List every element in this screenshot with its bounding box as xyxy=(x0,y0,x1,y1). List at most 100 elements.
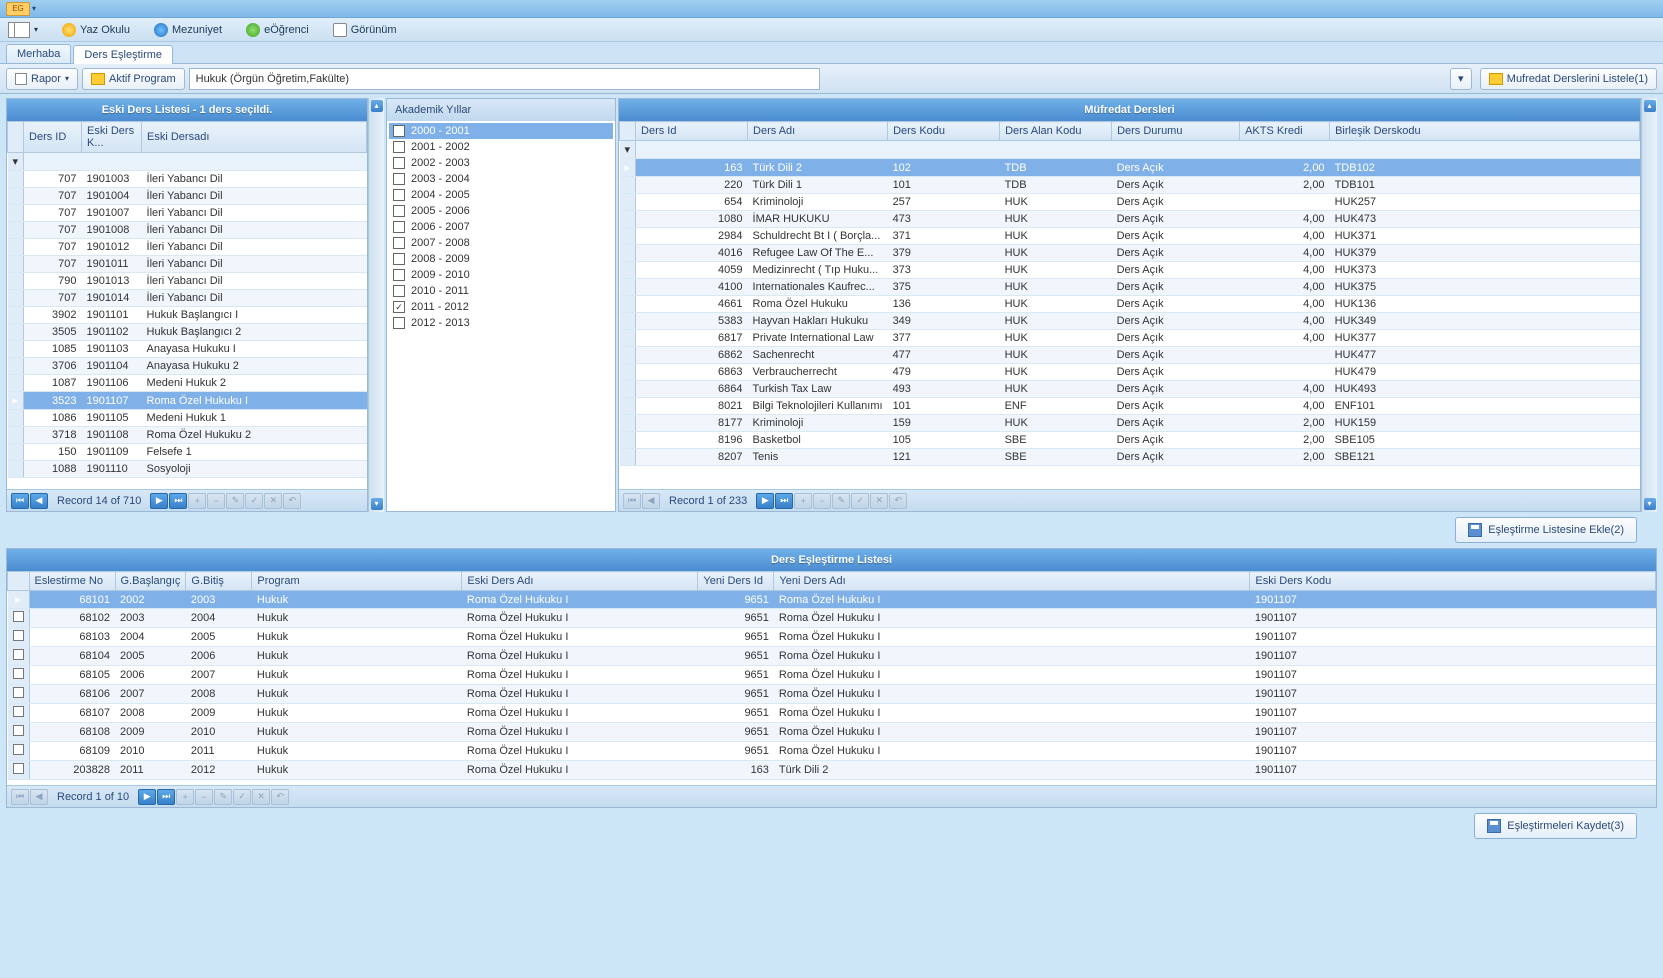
dropdown-icon[interactable]: ▾ xyxy=(32,4,36,13)
row-checkbox[interactable] xyxy=(13,668,24,679)
checkbox-icon[interactable] xyxy=(393,125,405,137)
col-header[interactable]: Ders Adı xyxy=(748,122,888,141)
col-header[interactable]: Ders Kodu xyxy=(888,122,1000,141)
year-item[interactable]: 2010 - 2011 xyxy=(389,283,613,299)
nav-next[interactable]: ▶ xyxy=(150,493,168,509)
nav-del[interactable]: − xyxy=(813,493,831,509)
table-row[interactable]: 6810420052006HukukRoma Özel Hukuku I9651… xyxy=(8,647,1656,666)
mufredat-grid[interactable]: Ders IdDers AdıDers KoduDers Alan KoduDe… xyxy=(619,121,1640,489)
year-item[interactable]: 2006 - 2007 xyxy=(389,219,613,235)
col-header[interactable]: Eski Ders Kodu xyxy=(1250,572,1656,591)
table-row[interactable]: 8177Kriminoloji159HUKDers Açık2,00HUK159 xyxy=(620,415,1640,432)
col-header[interactable]: Eski Ders K... xyxy=(82,122,142,153)
col-header[interactable]: Ders Alan Kodu xyxy=(1000,122,1112,141)
table-row[interactable]: ▸163Türk Dili 2102TDBDers Açık2,00TDB102 xyxy=(620,159,1640,177)
right-scrollbar[interactable]: ▴▾ xyxy=(1641,98,1657,512)
nav-back[interactable]: ↶ xyxy=(889,493,907,509)
year-item[interactable]: 2008 - 2009 xyxy=(389,251,613,267)
nav-cancel[interactable]: ✕ xyxy=(264,493,282,509)
year-list[interactable]: 2000 - 20012001 - 20022002 - 20032003 - … xyxy=(387,121,615,511)
row-checkbox[interactable] xyxy=(13,725,24,736)
table-row[interactable]: 6810620072008HukukRoma Özel Hukuku I9651… xyxy=(8,685,1656,704)
tab-merhaba[interactable]: Merhaba xyxy=(6,44,71,63)
eslestirme-grid[interactable]: Eslestirme NoG.BaşlangıçG.BitişProgram Es… xyxy=(7,571,1656,785)
nav-prev[interactable]: ◀ xyxy=(30,789,48,805)
checkbox-icon[interactable] xyxy=(393,205,405,217)
nav-next[interactable]: ▶ xyxy=(756,493,774,509)
nav-first[interactable]: ⏮ xyxy=(11,789,29,805)
year-item[interactable]: 2007 - 2008 xyxy=(389,235,613,251)
row-checkbox[interactable] xyxy=(13,611,24,622)
nav-next[interactable]: ▶ xyxy=(138,789,156,805)
nav-add[interactable]: + xyxy=(176,789,194,805)
col-header[interactable]: Eslestirme No xyxy=(29,572,115,591)
menu-mezuniyet[interactable]: Mezuniyet xyxy=(154,23,222,37)
left-scrollbar[interactable]: ▴▾ xyxy=(368,98,384,512)
table-row[interactable]: 8196Basketbol105SBEDers Açık2,00SBE105 xyxy=(620,432,1640,449)
year-item[interactable]: 2005 - 2006 xyxy=(389,203,613,219)
col-header[interactable]: AKTS Kredi xyxy=(1240,122,1330,141)
year-item[interactable]: 2012 - 2013 xyxy=(389,315,613,331)
checkbox-icon[interactable] xyxy=(393,173,405,185)
menu-eogrenci[interactable]: eÖğrenci xyxy=(246,23,309,37)
table-row[interactable]: 8021Bilgi Teknolojileri Kullanımı101ENFD… xyxy=(620,398,1640,415)
nav-first[interactable]: ⏮ xyxy=(11,493,29,509)
table-row[interactable]: 6810220032004HukukRoma Özel Hukuku I9651… xyxy=(8,609,1656,628)
eski-ders-grid[interactable]: Ders IDEski Ders K...Eski Dersadı▾707190… xyxy=(7,121,367,489)
nav-ok[interactable]: ✓ xyxy=(233,789,251,805)
table-row[interactable]: 2984Schuldrecht Bt I ( Borçla...371HUKDe… xyxy=(620,228,1640,245)
checkbox-icon[interactable]: ✓ xyxy=(393,301,405,313)
checkbox-icon[interactable] xyxy=(393,285,405,297)
col-header[interactable]: Ders Durumu xyxy=(1112,122,1240,141)
checkbox-icon[interactable] xyxy=(393,141,405,153)
checkbox-icon[interactable] xyxy=(393,269,405,281)
year-item[interactable]: 2000 - 2001 xyxy=(389,123,613,139)
checkbox-icon[interactable] xyxy=(393,253,405,265)
nav-last[interactable]: ⏭ xyxy=(157,789,175,805)
row-checkbox[interactable] xyxy=(13,706,24,717)
table-row[interactable]: 6817Private International Law377HUKDers … xyxy=(620,330,1640,347)
table-row[interactable]: 4661Roma Özel Hukuku136HUKDers Açık4,00H… xyxy=(620,296,1640,313)
filter-icon[interactable]: ▾ xyxy=(620,141,636,159)
table-row[interactable]: ▸35231901107Roma Özel Hukuku I xyxy=(8,392,367,410)
nav-first[interactable]: ⏮ xyxy=(623,493,641,509)
table-row[interactable]: 4016Refugee Law Of The E...379HUKDers Aç… xyxy=(620,245,1640,262)
nav-cancel[interactable]: ✕ xyxy=(252,789,270,805)
nav-ok[interactable]: ✓ xyxy=(245,493,263,509)
year-item[interactable]: 2001 - 2002 xyxy=(389,139,613,155)
table-row[interactable]: 8207Tenis121SBEDers Açık2,00SBE121 xyxy=(620,449,1640,466)
nav-add[interactable]: + xyxy=(794,493,812,509)
col-header[interactable]: G.Bitiş xyxy=(186,572,252,591)
year-item[interactable]: 2003 - 2004 xyxy=(389,171,613,187)
table-row[interactable]: 4059Medizinrecht ( Tıp Huku...373HUKDers… xyxy=(620,262,1640,279)
table-row[interactable]: ▸6810120022003HukukRoma Özel Hukuku I965… xyxy=(8,591,1656,609)
table-row[interactable]: 220Türk Dili 1101TDBDers Açık2,00TDB101 xyxy=(620,177,1640,194)
year-item[interactable]: 2004 - 2005 xyxy=(389,187,613,203)
table-row[interactable]: 1501901109Felsefe 1 xyxy=(8,444,367,461)
eslestirme-kaydet-button[interactable]: Eşleştirmeleri Kaydet(3) xyxy=(1474,813,1637,839)
table-row[interactable]: 6810820092010HukukRoma Özel Hukuku I9651… xyxy=(8,723,1656,742)
checkbox-icon[interactable] xyxy=(393,237,405,249)
col-header[interactable]: Ders ID xyxy=(24,122,82,153)
filter-icon[interactable]: ▾ xyxy=(8,153,24,171)
col-header[interactable]: Yeni Ders Id xyxy=(698,572,774,591)
table-row[interactable]: 7071901014İleri Yabancı Dil xyxy=(8,290,367,307)
rapor-button[interactable]: Rapor▾ xyxy=(6,68,78,90)
table-row[interactable]: 654Kriminoloji257HUKDers AçıkHUK257 xyxy=(620,194,1640,211)
table-row[interactable]: 7071901008İleri Yabancı Dil xyxy=(8,222,367,239)
nav-edit[interactable]: ✎ xyxy=(832,493,850,509)
checkbox-icon[interactable] xyxy=(393,157,405,169)
mufredat-listele-button[interactable]: Mufredat Derslerini Listele(1) xyxy=(1480,68,1657,90)
nav-edit[interactable]: ✎ xyxy=(214,789,232,805)
menu-gorunum[interactable]: Görünüm xyxy=(333,23,397,37)
menu-yaz-okulu[interactable]: Yaz Okulu xyxy=(62,23,130,37)
nav-back[interactable]: ↶ xyxy=(271,789,289,805)
col-header[interactable]: Program xyxy=(252,572,462,591)
table-row[interactable]: 7071901004İleri Yabancı Dil xyxy=(8,188,367,205)
table-row[interactable]: 6862Sachenrecht477HUKDers AçıkHUK477 xyxy=(620,347,1640,364)
year-item[interactable]: ✓2011 - 2012 xyxy=(389,299,613,315)
nav-back[interactable]: ↶ xyxy=(283,493,301,509)
col-header[interactable]: Birleşik Derskodu xyxy=(1330,122,1640,141)
col-header[interactable]: G.Başlangıç xyxy=(115,572,186,591)
dropdown-button[interactable]: ▾ xyxy=(1450,68,1472,90)
